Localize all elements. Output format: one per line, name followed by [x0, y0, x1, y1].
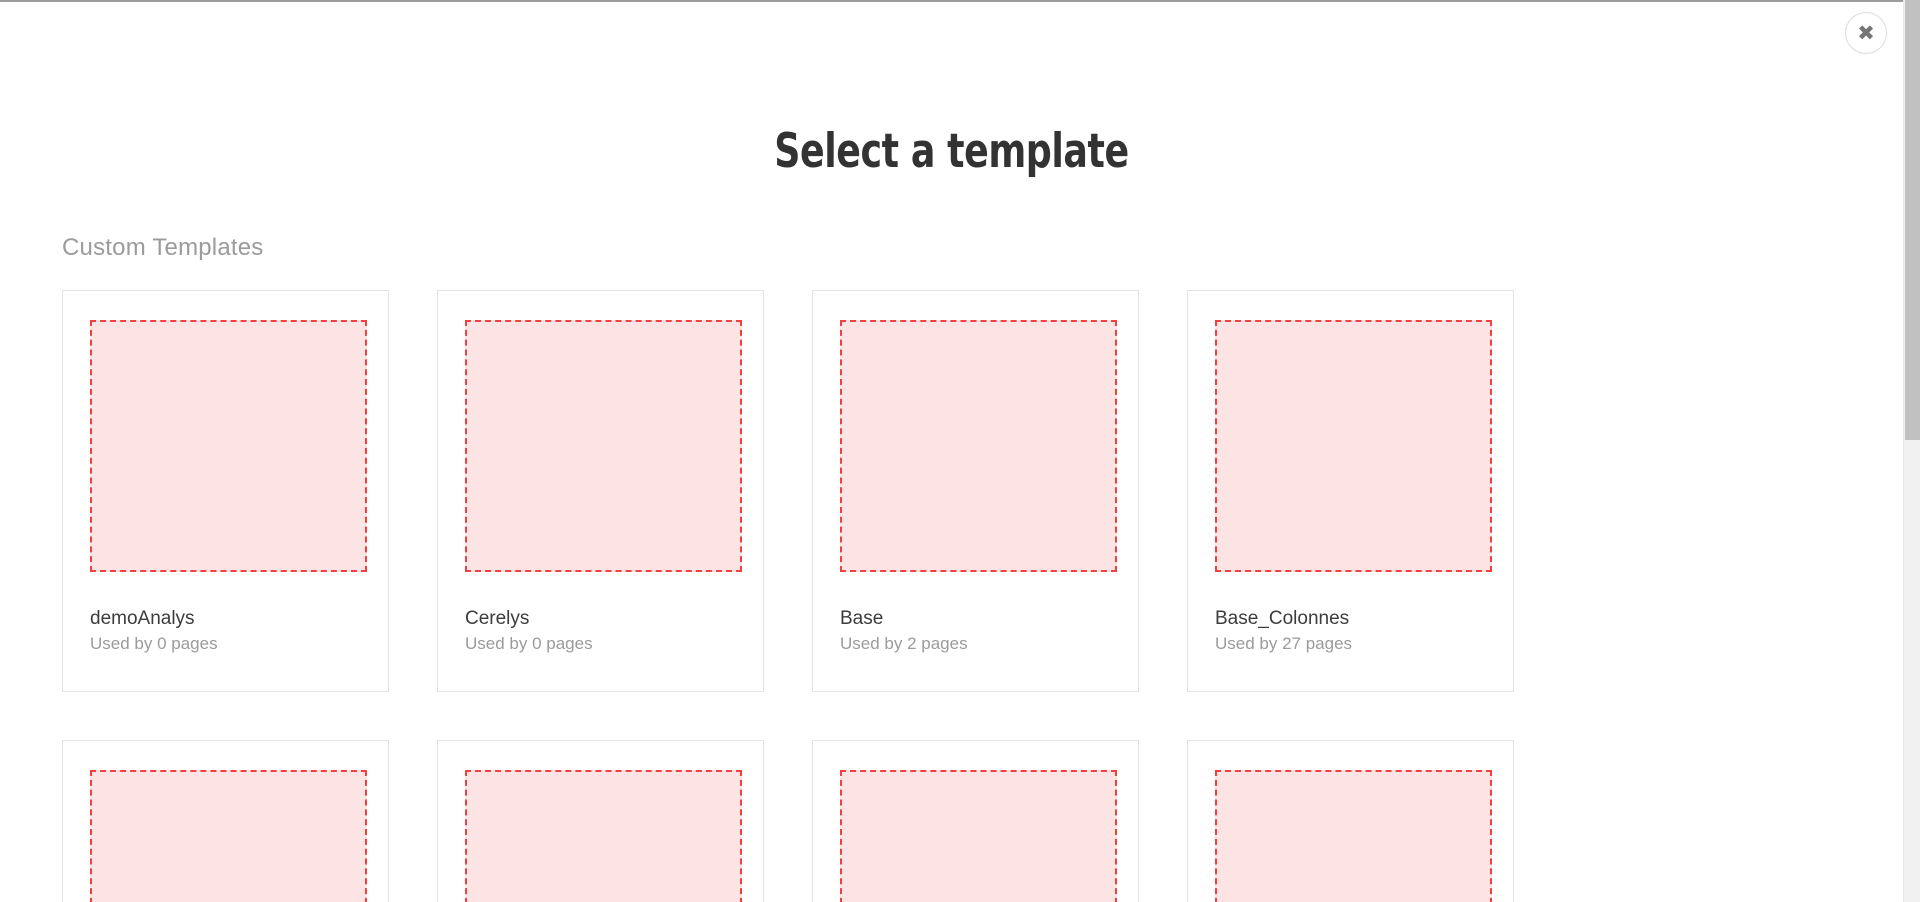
select-template-dialog: ✖ Select a template Custom Templates dem… — [0, 2, 1903, 902]
template-card[interactable]: Base Used by 2 pages — [812, 290, 1139, 692]
section-heading-custom-templates: Custom Templates — [62, 234, 264, 262]
template-name: Cerelys — [465, 607, 743, 631]
template-name: Base_Colonnes — [1215, 607, 1493, 631]
template-card[interactable] — [812, 740, 1139, 902]
template-card[interactable]: Base_Colonnes Used by 27 pages — [1187, 290, 1514, 692]
template-meta: demoAnalys Used by 0 pages — [90, 607, 368, 656]
template-meta: Base Used by 2 pages — [840, 607, 1118, 656]
template-card[interactable] — [437, 740, 764, 902]
template-thumbnail-broken-image-icon — [465, 770, 742, 902]
template-usage: Used by 27 pages — [1215, 632, 1493, 656]
template-usage: Used by 0 pages — [465, 632, 743, 656]
template-card[interactable]: Cerelys Used by 0 pages — [437, 290, 764, 692]
template-name: demoAnalys — [90, 607, 368, 631]
template-thumbnail-broken-image-icon — [90, 320, 367, 572]
template-usage: Used by 0 pages — [90, 632, 368, 656]
template-meta: Base_Colonnes Used by 27 pages — [1215, 607, 1493, 656]
scrollbar-thumb[interactable] — [1905, 0, 1920, 440]
template-card[interactable] — [62, 740, 389, 902]
template-thumbnail-broken-image-icon — [840, 320, 1117, 572]
template-card[interactable] — [1187, 740, 1514, 902]
template-thumbnail-broken-image-icon — [465, 320, 742, 572]
template-grid: demoAnalys Used by 0 pages Cerelys Used … — [62, 290, 1522, 902]
template-thumbnail-broken-image-icon — [840, 770, 1117, 902]
template-thumbnail-broken-image-icon — [1215, 770, 1492, 902]
template-thumbnail-broken-image-icon — [90, 770, 367, 902]
page-title: Select a template — [133, 124, 1770, 179]
template-thumbnail-broken-image-icon — [1215, 320, 1492, 572]
template-card[interactable]: demoAnalys Used by 0 pages — [62, 290, 389, 692]
close-icon: ✖ — [1857, 23, 1875, 44]
template-usage: Used by 2 pages — [840, 632, 1118, 656]
template-meta: Cerelys Used by 0 pages — [465, 607, 743, 656]
template-name: Base — [840, 607, 1118, 631]
close-dialog-button[interactable]: ✖ — [1845, 12, 1887, 54]
vertical-scrollbar[interactable] — [1903, 0, 1920, 902]
